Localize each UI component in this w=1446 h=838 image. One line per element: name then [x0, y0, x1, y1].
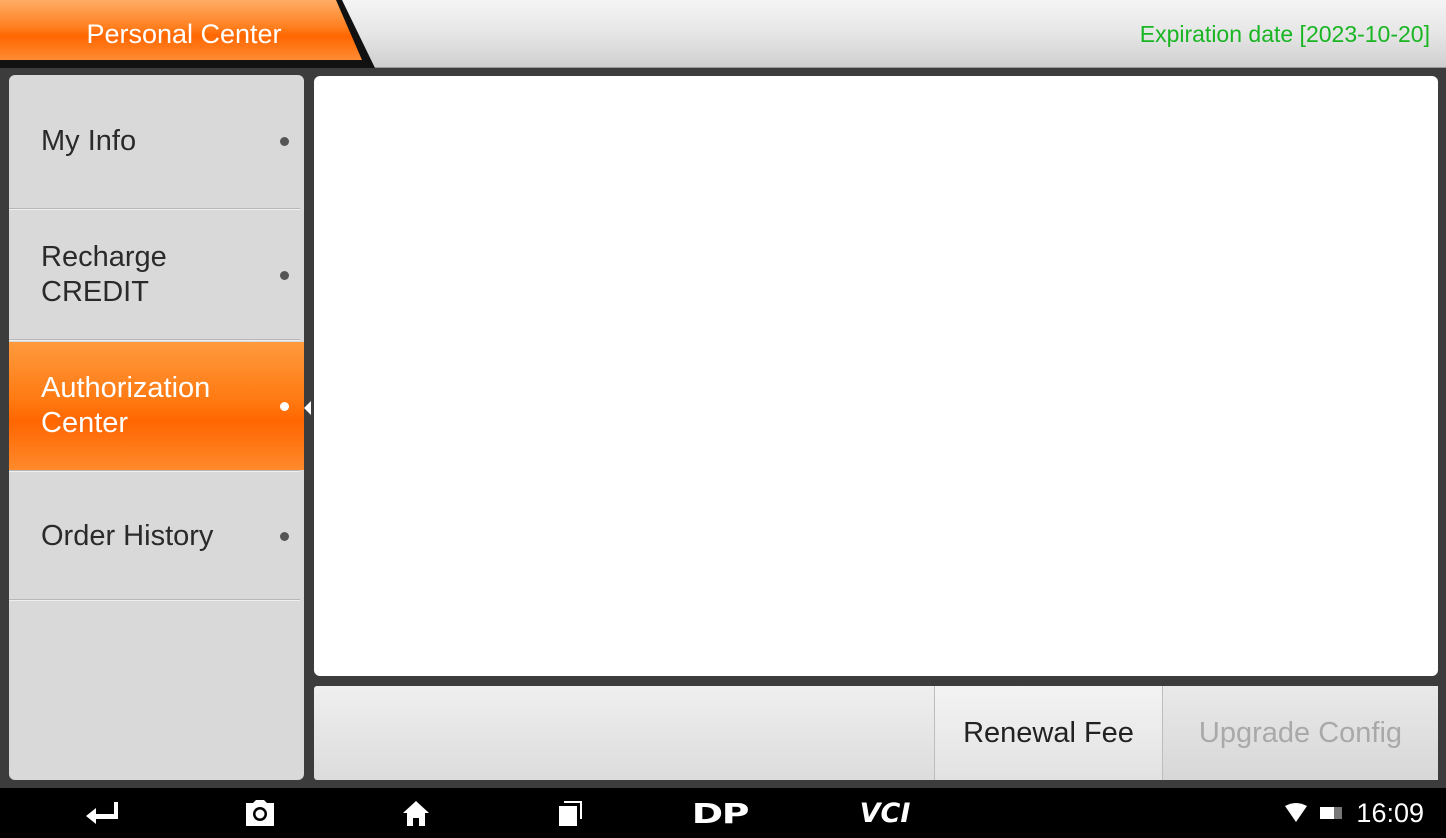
header-bar: Personal Center Expiration date [2023-10… [0, 0, 1446, 68]
app-root: Personal Center Expiration date [2023-10… [0, 0, 1446, 838]
dp-icon[interactable]: DP [690, 788, 750, 838]
sidebar-item-label: Authorization Center [41, 372, 211, 439]
vci-label: VCI [859, 797, 911, 829]
bullet-icon [280, 531, 289, 541]
back-icon[interactable] [80, 788, 124, 838]
wifi-icon [1285, 803, 1308, 822]
selection-pointer-icon [304, 401, 311, 415]
sidebar: My Info Recharge CREDIT Authorization Ce… [9, 75, 304, 780]
sidebar-item-authorization-center[interactable]: Authorization Center [9, 342, 304, 470]
sidebar-divider [9, 470, 300, 472]
vci-icon[interactable]: VCI [850, 788, 920, 838]
action-bar: Renewal Fee Upgrade Config [314, 686, 1438, 780]
sidebar-item-label: Recharge CREDIT [41, 241, 167, 308]
sidebar-divider [9, 599, 300, 601]
bullet-icon [280, 401, 289, 411]
recent-apps-icon[interactable] [548, 788, 592, 838]
sidebar-divider [9, 208, 300, 210]
renewal-fee-button[interactable]: Renewal Fee [934, 686, 1162, 780]
sidebar-item-label: Order History [41, 519, 214, 552]
sidebar-divider [9, 339, 300, 341]
clock: 16:09 [1356, 797, 1424, 828]
system-nav-bar: DP VCI 16:09 [0, 788, 1446, 838]
battery-icon [1320, 807, 1343, 819]
bullet-icon [280, 270, 289, 280]
dp-label: DP [691, 796, 750, 830]
screenshot-icon[interactable] [238, 788, 282, 838]
expiration-date: Expiration date [2023-10-20] [1139, 21, 1430, 47]
home-icon[interactable] [394, 788, 438, 838]
status-area: 16:09 [1284, 788, 1424, 838]
title-tab: Personal Center [0, 0, 375, 68]
sidebar-item-my-info[interactable]: My Info [9, 75, 304, 208]
page-title: Personal Center [86, 19, 282, 49]
sidebar-item-recharge-credit[interactable]: Recharge CREDIT [9, 211, 304, 339]
sidebar-item-label: My Info [41, 125, 137, 157]
sidebar-item-order-history[interactable]: Order History [9, 473, 304, 599]
content-panel [314, 76, 1438, 676]
bullet-icon [280, 137, 289, 146]
upgrade-config-button[interactable]: Upgrade Config [1162, 686, 1438, 780]
